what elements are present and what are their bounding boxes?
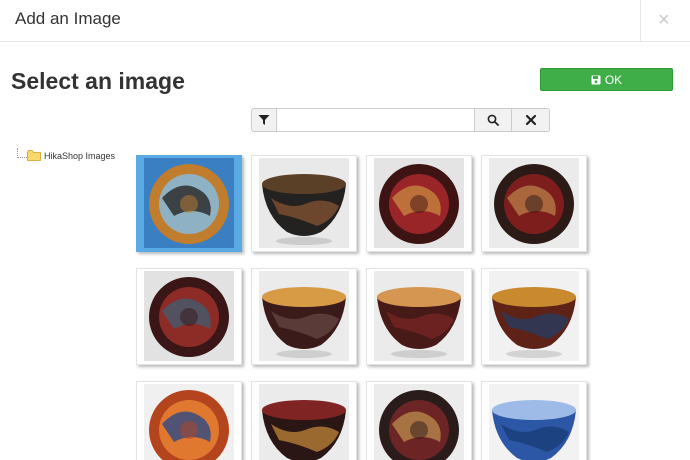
filter-icon [258,115,270,125]
image-thumbnail[interactable] [366,268,472,365]
image-thumbnail[interactable] [251,381,357,460]
dialog-title: Add an Image [15,9,121,28]
clear-search-button[interactable] [512,108,550,132]
bowl-photo [259,158,349,248]
search-icon [487,114,499,126]
tree-item-hikashop-images[interactable]: HikaShop Images [27,150,115,161]
bowl-photo [374,158,464,248]
bowl-photo [374,384,464,460]
image-thumbnail[interactable] [481,155,587,252]
bowl-photo [144,384,234,460]
bowl-photo [144,271,234,361]
dialog-header: Add an Image × [0,0,690,42]
save-icon [591,75,601,84]
close-button[interactable]: × [640,0,690,42]
bowl-photo [489,271,579,361]
image-thumbnail[interactable] [251,155,357,252]
tree-item-label: HikaShop Images [44,150,116,161]
bowl-photo [374,271,464,361]
close-icon[interactable]: × [658,10,670,30]
search-button[interactable] [475,108,512,132]
ok-button[interactable]: OK [540,68,673,91]
bowl-photo [259,271,349,361]
image-thumbnail[interactable] [481,268,587,365]
bowl-photo [489,384,579,460]
image-thumbnail[interactable] [366,381,472,460]
search-bar [251,108,550,132]
image-thumbnail[interactable] [481,381,587,460]
page-title: Select an image [11,68,185,94]
image-thumbnail[interactable] [136,381,242,460]
ok-button-label: OK [604,72,623,87]
bowl-photo [489,158,579,248]
folder-icon [27,150,41,161]
image-thumbnail[interactable] [136,155,242,252]
filter-button[interactable] [251,108,277,132]
image-thumbnail[interactable] [366,155,472,252]
image-thumbnail[interactable] [251,268,357,365]
image-thumbnail[interactable] [136,268,242,365]
search-input[interactable] [277,108,475,132]
tree-connector [17,148,27,158]
clear-icon [525,114,536,126]
bowl-photo [259,384,349,460]
bowl-photo [144,158,234,248]
